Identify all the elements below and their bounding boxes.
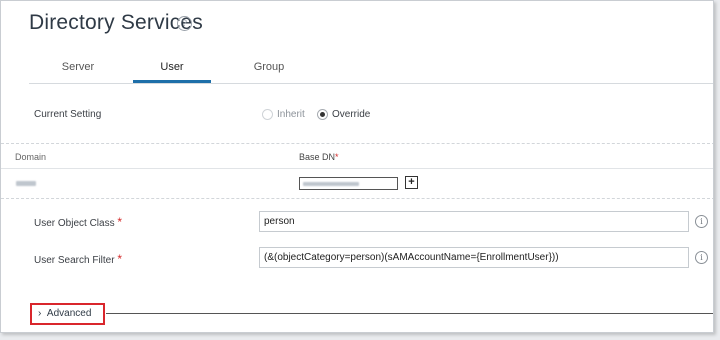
base-dn-value-redacted (303, 182, 359, 186)
directory-services-panel: Directory Services ? Server User Group C… (0, 0, 714, 333)
chevron-right-icon: › (38, 308, 42, 319)
required-marker: * (117, 252, 123, 266)
user-search-filter-label: User Search Filter * (34, 252, 122, 266)
info-icon[interactable]: i (695, 251, 708, 264)
help-icon[interactable]: ? (177, 16, 192, 31)
user-search-filter-label-text: User Search Filter (34, 255, 115, 266)
info-icon[interactable]: i (695, 215, 708, 228)
base-dn-input[interactable] (299, 177, 398, 190)
base-dn-header-label: Base DN (299, 152, 336, 162)
advanced-section-divider (106, 313, 713, 314)
required-marker: * (117, 215, 123, 229)
domain-column-header: Domain (15, 152, 47, 162)
domain-value-redacted (16, 181, 36, 186)
table-header-divider (1, 168, 713, 169)
required-marker: * (335, 152, 339, 162)
user-search-filter-input[interactable]: (&(objectCategory=person)(sAMAccountName… (259, 247, 689, 268)
radio-inherit[interactable] (262, 109, 273, 120)
radio-override[interactable] (317, 109, 328, 120)
current-setting-label: Current Setting (34, 109, 102, 120)
divider (1, 198, 713, 199)
base-dn-column-header: Base DN* (299, 152, 339, 162)
tab-group[interactable]: Group (226, 61, 312, 83)
radio-inherit-label: Inherit (277, 109, 305, 120)
add-base-dn-button[interactable]: + (405, 176, 418, 189)
radio-override-label: Override (332, 109, 371, 120)
tab-user[interactable]: User (133, 61, 211, 83)
user-object-class-input[interactable]: person (259, 211, 689, 232)
tab-bar: Server User Group (29, 59, 713, 84)
user-object-class-label-text: User Object Class (34, 218, 115, 229)
advanced-label: Advanced (46, 308, 92, 319)
tab-server[interactable]: Server (35, 61, 121, 83)
divider (1, 143, 713, 144)
advanced-toggle[interactable]: › Advanced (30, 303, 105, 325)
user-object-class-label: User Object Class * (34, 215, 122, 229)
